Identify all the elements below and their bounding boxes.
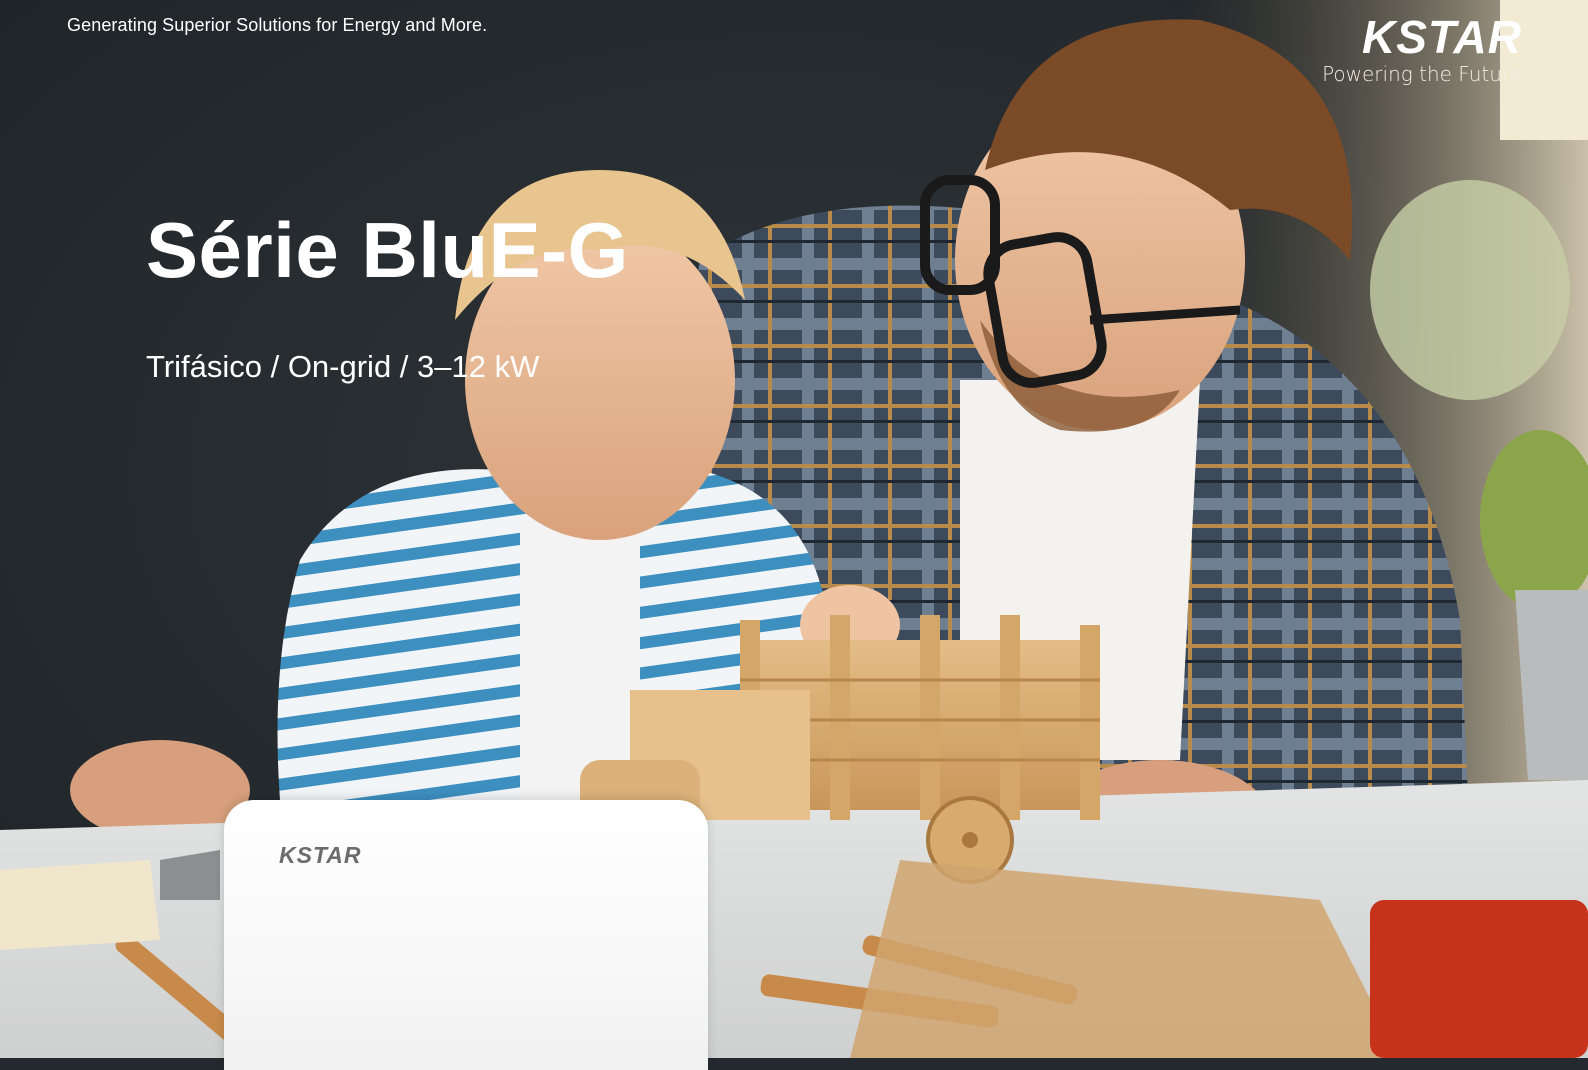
page-title: Série BluE-G	[146, 206, 629, 294]
header-tagline: Generating Superior Solutions for Energy…	[67, 15, 488, 35]
brand-block: KSTAR Powering the Future	[1322, 14, 1522, 86]
brand-slogan: Powering the Future	[1322, 62, 1522, 86]
page-subtitle: Trifásico / On-grid / 3–12 kW	[146, 349, 540, 384]
device-logo: KSTAR	[279, 842, 362, 868]
brand-logo: KSTAR	[1361, 11, 1522, 63]
inverter-device: KSTAR	[224, 800, 708, 1070]
